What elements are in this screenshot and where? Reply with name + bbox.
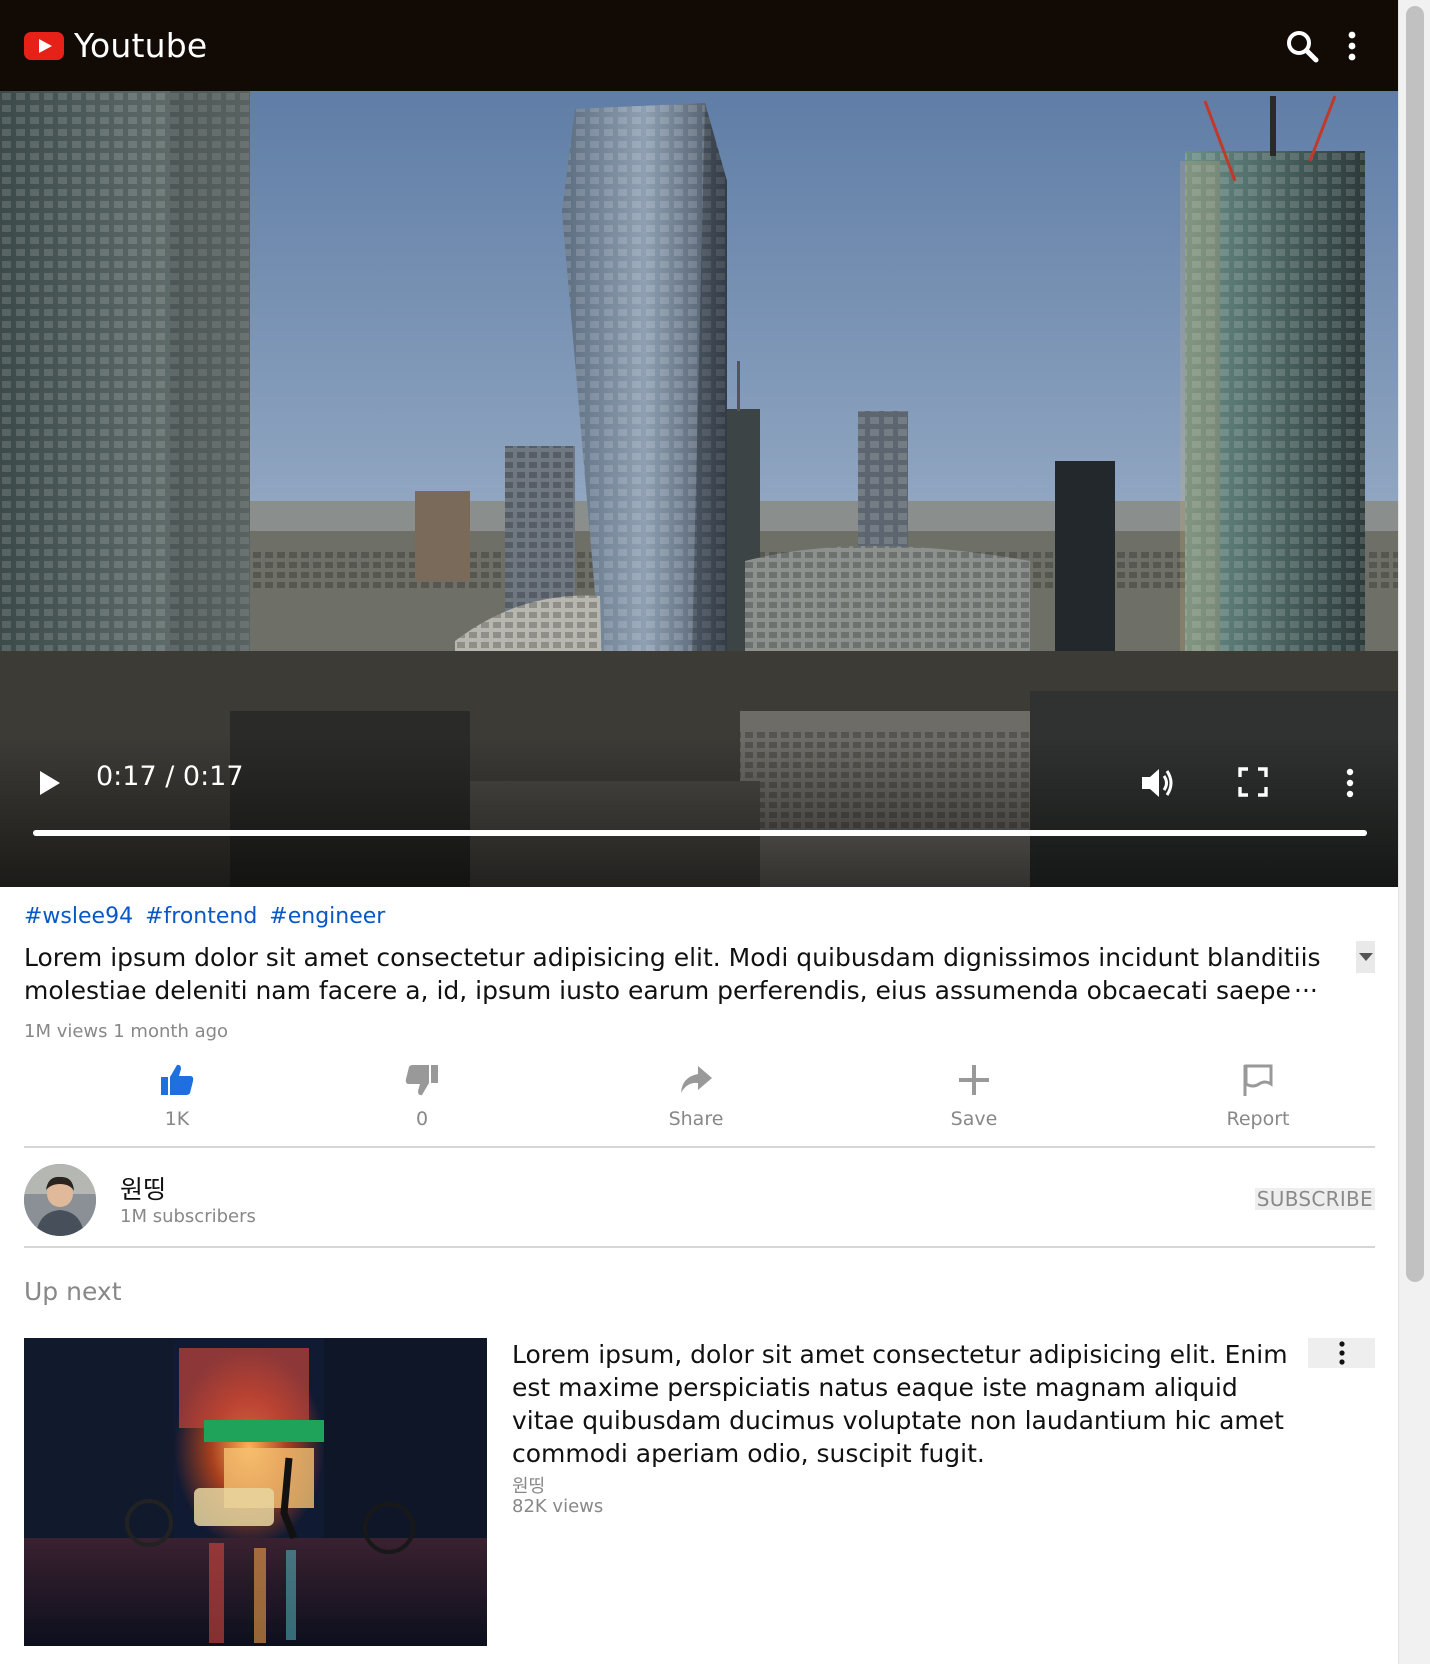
play-button[interactable] bbox=[36, 768, 64, 798]
thumbs-up-icon bbox=[161, 1064, 194, 1095]
flag-icon bbox=[1243, 1064, 1273, 1096]
page: Youtube 0:17 / 0:17 #wslee94 #frontend #… bbox=[0, 0, 1398, 1664]
channel-name[interactable]: 원띵 bbox=[120, 1170, 166, 1206]
description-row: Lorem ipsum dolor sit amet consectetur a… bbox=[24, 941, 1375, 1007]
report-label: Report bbox=[1226, 1108, 1290, 1130]
share-arrow-icon bbox=[681, 1066, 712, 1093]
video-meta: 1M views 1 month ago bbox=[24, 1021, 229, 1042]
progress-bar[interactable] bbox=[33, 830, 1367, 836]
save-label: Save bbox=[950, 1108, 998, 1130]
vertical-dots-icon bbox=[1348, 31, 1356, 60]
scrollbar-thumb[interactable] bbox=[1406, 6, 1424, 1282]
header-actions bbox=[1280, 24, 1374, 68]
thumbnail-night-street bbox=[24, 1338, 487, 1646]
report-button[interactable]: Report bbox=[1198, 1062, 1318, 1130]
save-button[interactable]: Save bbox=[914, 1062, 1034, 1130]
like-count: 1K bbox=[164, 1108, 190, 1130]
like-button[interactable]: 1K bbox=[117, 1062, 237, 1130]
search-icon bbox=[1287, 30, 1319, 62]
channel-avatar[interactable] bbox=[24, 1164, 96, 1236]
search-button[interactable] bbox=[1280, 24, 1324, 68]
logo[interactable]: Youtube bbox=[24, 26, 207, 65]
dislike-count: 0 bbox=[415, 1108, 429, 1130]
share-button[interactable]: Share bbox=[636, 1062, 756, 1130]
video-description: Lorem ipsum dolor sit amet consectetur a… bbox=[24, 943, 1321, 1005]
youtube-logo-icon bbox=[24, 31, 64, 60]
fullscreen-icon bbox=[1238, 767, 1268, 797]
up-next-channel: 원띵 bbox=[512, 1476, 546, 1497]
fullscreen-button[interactable] bbox=[1236, 765, 1270, 799]
up-next-views: 82K views bbox=[512, 1496, 604, 1517]
action-bar: 1K 0 Share Save Report bbox=[24, 1062, 1375, 1148]
top-header: Youtube bbox=[0, 0, 1398, 91]
page-scrollbar[interactable] bbox=[1398, 0, 1430, 1664]
up-next-item: Lorem ipsum, dolor sit amet consectetur … bbox=[24, 1338, 1375, 1648]
thumbs-down-icon bbox=[405, 1065, 438, 1096]
player-menu-button[interactable] bbox=[1335, 763, 1365, 803]
expand-description-button[interactable] bbox=[1356, 941, 1375, 973]
dislike-button[interactable]: 0 bbox=[362, 1062, 482, 1130]
volume-icon bbox=[1142, 769, 1173, 797]
tag-list: #wslee94 #frontend #engineer bbox=[24, 904, 1375, 929]
player-controls bbox=[0, 737, 1398, 887]
vertical-dots-icon bbox=[1338, 1341, 1345, 1365]
tag-link[interactable]: #frontend bbox=[145, 904, 257, 929]
vertical-dots-icon bbox=[1346, 768, 1354, 798]
caret-down-icon bbox=[1358, 953, 1373, 961]
app-title: Youtube bbox=[74, 26, 208, 65]
tag-link[interactable]: #wslee94 bbox=[24, 904, 133, 929]
video-thumbnail[interactable] bbox=[24, 1338, 487, 1646]
description-ellipsis: ··· bbox=[1290, 974, 1318, 1007]
plus-icon bbox=[959, 1065, 989, 1095]
play-icon bbox=[40, 771, 60, 795]
channel-row: 원띵 1M subscribers SUBSCRIBE bbox=[24, 1150, 1375, 1248]
up-next-heading: Up next bbox=[24, 1277, 122, 1306]
time-display: 0:17 / 0:17 bbox=[96, 761, 244, 792]
video-info: #wslee94 #frontend #engineer Lorem ipsum… bbox=[24, 904, 1375, 1042]
header-menu-button[interactable] bbox=[1330, 24, 1374, 68]
subscriber-count: 1M subscribers bbox=[120, 1206, 256, 1227]
subscribe-button[interactable]: SUBSCRIBE bbox=[1254, 1188, 1375, 1210]
up-next-title[interactable]: Lorem ipsum, dolor sit amet consectetur … bbox=[512, 1338, 1292, 1470]
share-label: Share bbox=[668, 1108, 724, 1130]
progress-fill bbox=[33, 830, 1367, 836]
volume-button[interactable] bbox=[1138, 763, 1178, 803]
tag-link[interactable]: #engineer bbox=[269, 904, 385, 929]
video-player[interactable]: 0:17 / 0:17 bbox=[0, 91, 1398, 887]
avatar-photo bbox=[24, 1164, 96, 1236]
up-next-menu-button[interactable] bbox=[1308, 1338, 1375, 1368]
